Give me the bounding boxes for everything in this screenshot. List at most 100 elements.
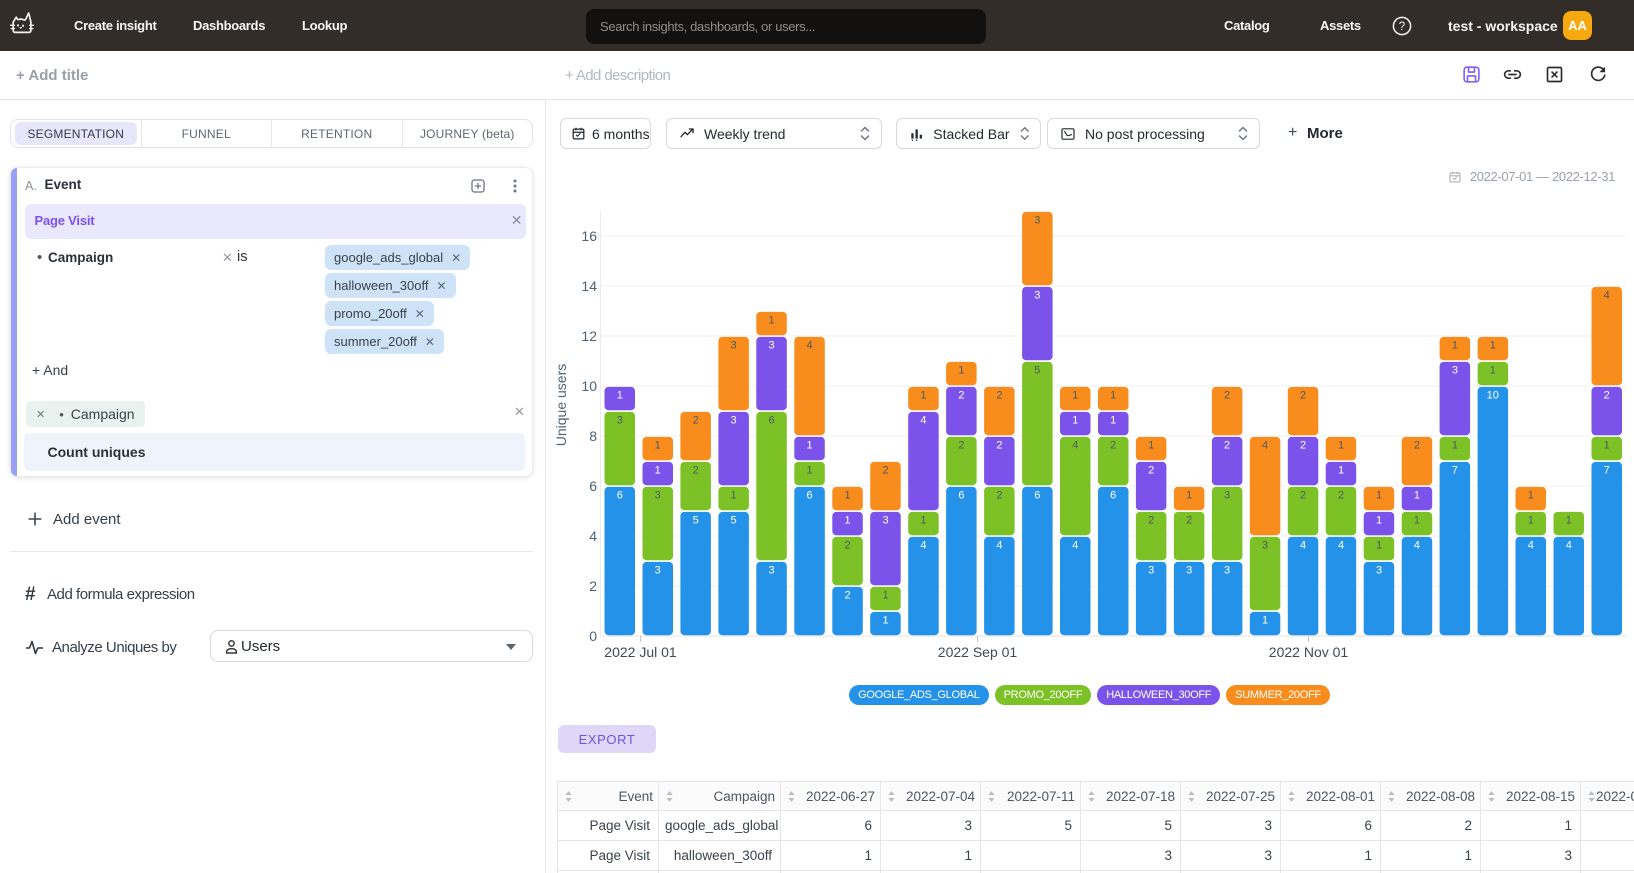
svg-text:1: 1 — [1414, 490, 1420, 502]
svg-text:3: 3 — [617, 415, 623, 427]
svg-text:1: 1 — [1110, 390, 1116, 402]
svg-text:2: 2 — [1300, 490, 1306, 502]
svg-text:5: 5 — [731, 515, 737, 527]
svg-text:1: 1 — [1376, 515, 1382, 527]
svg-text:12: 12 — [581, 328, 597, 344]
svg-text:4: 4 — [806, 340, 812, 352]
svg-text:3: 3 — [769, 340, 775, 352]
svg-text:6: 6 — [1034, 490, 1040, 502]
svg-text:4: 4 — [1338, 540, 1344, 552]
svg-text:2: 2 — [844, 590, 850, 602]
svg-text:3: 3 — [731, 415, 737, 427]
svg-text:1: 1 — [882, 590, 888, 602]
svg-text:6: 6 — [769, 415, 775, 427]
svg-text:4: 4 — [1072, 440, 1078, 452]
svg-text:3: 3 — [1224, 490, 1230, 502]
svg-text:2: 2 — [996, 390, 1002, 402]
svg-text:3: 3 — [1376, 565, 1382, 577]
svg-text:4: 4 — [996, 540, 1002, 552]
svg-text:4: 4 — [1566, 540, 1572, 552]
svg-text:7: 7 — [1604, 465, 1610, 477]
svg-text:1: 1 — [844, 515, 850, 527]
svg-text:6: 6 — [617, 490, 623, 502]
svg-text:2022 Nov 01: 2022 Nov 01 — [1269, 644, 1349, 660]
svg-text:2: 2 — [1186, 515, 1192, 527]
svg-text:1: 1 — [1604, 440, 1610, 452]
svg-text:1: 1 — [1566, 515, 1572, 527]
svg-text:2: 2 — [1110, 440, 1116, 452]
svg-text:16: 16 — [581, 228, 597, 244]
svg-text:1: 1 — [1452, 440, 1458, 452]
svg-text:6: 6 — [1110, 490, 1116, 502]
svg-text:5: 5 — [1034, 365, 1040, 377]
svg-text:2: 2 — [958, 390, 964, 402]
svg-text:1: 1 — [1072, 415, 1078, 427]
svg-text:1: 1 — [655, 465, 661, 477]
svg-text:7: 7 — [1452, 465, 1458, 477]
svg-text:4: 4 — [1262, 440, 1268, 452]
svg-text:1: 1 — [920, 390, 926, 402]
svg-text:1: 1 — [1452, 340, 1458, 352]
svg-text:3: 3 — [655, 490, 661, 502]
svg-text:2: 2 — [882, 465, 888, 477]
svg-text:3: 3 — [731, 340, 737, 352]
svg-text:8: 8 — [589, 428, 597, 444]
svg-text:14: 14 — [581, 278, 597, 294]
svg-text:3: 3 — [1034, 215, 1040, 227]
svg-text:1: 1 — [1338, 465, 1344, 477]
svg-text:?: ? — [1399, 21, 1405, 33]
svg-text:6: 6 — [806, 490, 812, 502]
svg-text:3: 3 — [882, 515, 888, 527]
svg-text:2: 2 — [958, 440, 964, 452]
svg-text:3: 3 — [655, 565, 661, 577]
svg-text:1: 1 — [769, 315, 775, 327]
svg-text:4: 4 — [920, 540, 926, 552]
svg-text:2: 2 — [996, 490, 1002, 502]
svg-text:2: 2 — [1338, 490, 1344, 502]
svg-text:6: 6 — [589, 478, 597, 494]
svg-text:2: 2 — [1148, 515, 1154, 527]
svg-text:3: 3 — [1224, 565, 1230, 577]
svg-text:3: 3 — [1034, 290, 1040, 302]
svg-text:2: 2 — [693, 465, 699, 477]
svg-text:Unique users: Unique users — [553, 364, 569, 447]
svg-text:1: 1 — [1490, 340, 1496, 352]
svg-text:2022 Jul 01: 2022 Jul 01 — [604, 644, 677, 660]
svg-text:2: 2 — [1148, 465, 1154, 477]
svg-text:2: 2 — [1224, 390, 1230, 402]
svg-text:10: 10 — [1487, 390, 1499, 402]
svg-text:10: 10 — [581, 378, 597, 394]
svg-text:3: 3 — [1186, 565, 1192, 577]
svg-text:4: 4 — [1072, 540, 1078, 552]
svg-text:5: 5 — [693, 515, 699, 527]
svg-text:1: 1 — [1072, 390, 1078, 402]
svg-text:3: 3 — [769, 565, 775, 577]
svg-text:1: 1 — [655, 440, 661, 452]
svg-text:2: 2 — [996, 440, 1002, 452]
svg-text:1: 1 — [920, 515, 926, 527]
svg-text:1: 1 — [1148, 440, 1154, 452]
svg-text:1: 1 — [882, 615, 888, 627]
svg-text:4: 4 — [589, 528, 597, 544]
svg-text:2: 2 — [1224, 440, 1230, 452]
svg-text:1: 1 — [1338, 440, 1344, 452]
svg-text:3: 3 — [1148, 565, 1154, 577]
svg-text:2: 2 — [693, 415, 699, 427]
svg-text:1: 1 — [1414, 515, 1420, 527]
svg-text:1: 1 — [617, 390, 623, 402]
svg-text:2022 Sep 01: 2022 Sep 01 — [938, 644, 1018, 660]
svg-text:1: 1 — [1490, 365, 1496, 377]
svg-text:1: 1 — [1376, 540, 1382, 552]
svg-text:4: 4 — [1414, 540, 1420, 552]
svg-text:1: 1 — [1528, 515, 1534, 527]
svg-text:1: 1 — [806, 440, 812, 452]
svg-text:1: 1 — [958, 365, 964, 377]
svg-text:4: 4 — [1300, 540, 1306, 552]
svg-text:3: 3 — [1452, 365, 1458, 377]
svg-text:2: 2 — [844, 540, 850, 552]
svg-text:2: 2 — [1300, 390, 1306, 402]
svg-text:1: 1 — [1376, 490, 1382, 502]
svg-text:4: 4 — [1604, 290, 1610, 302]
svg-text:1: 1 — [1186, 490, 1192, 502]
svg-text:4: 4 — [920, 415, 926, 427]
